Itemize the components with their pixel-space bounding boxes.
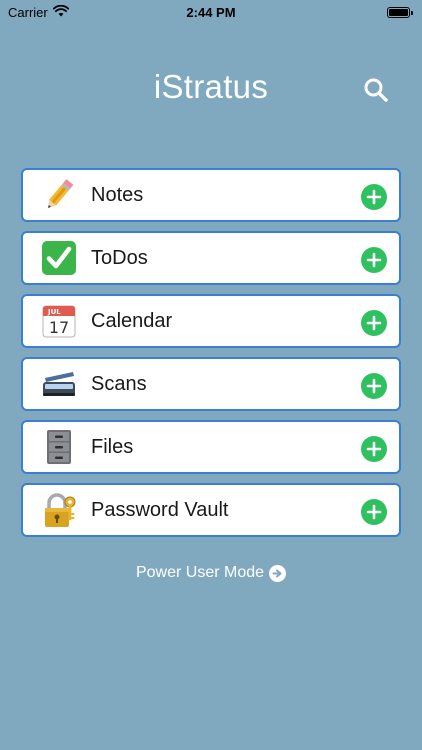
calendar-day-text: 17 bbox=[49, 318, 69, 337]
search-icon bbox=[363, 77, 389, 108]
power-user-mode-label: Power User Mode bbox=[135, 564, 265, 581]
plus-icon bbox=[366, 189, 382, 205]
wifi-icon bbox=[52, 4, 69, 20]
carrier-label: Carrier bbox=[8, 4, 48, 20]
module-list: Notes ToDos JUL 17 Calendar Scans Files … bbox=[21, 168, 401, 546]
add-todo-button[interactable] bbox=[361, 247, 387, 273]
scanner-icon bbox=[41, 366, 77, 402]
calendar-icon: JUL 17 bbox=[41, 303, 77, 339]
add-calendar-button[interactable] bbox=[361, 310, 387, 336]
status-left: Carrier bbox=[8, 4, 69, 20]
checkbox-icon bbox=[41, 240, 77, 276]
plus-icon bbox=[366, 441, 382, 457]
module-label-notes: Notes bbox=[91, 183, 144, 206]
battery-level bbox=[389, 8, 408, 16]
module-label-calendar: Calendar bbox=[91, 309, 173, 332]
module-row-todos[interactable]: ToDos bbox=[21, 231, 401, 285]
module-row-notes[interactable]: Notes bbox=[21, 168, 401, 222]
module-row-calendar[interactable]: JUL 17 Calendar bbox=[21, 294, 401, 348]
padlock-key-icon bbox=[41, 492, 77, 528]
app-title: iStratus bbox=[153, 68, 269, 105]
filing-cabinet-icon bbox=[41, 429, 77, 465]
module-row-password-vault[interactable]: Password Vault bbox=[21, 483, 401, 537]
module-label-files: Files bbox=[91, 435, 134, 458]
search-button[interactable] bbox=[360, 76, 392, 108]
arrow-circle-right-icon bbox=[269, 564, 287, 582]
add-file-button[interactable] bbox=[361, 436, 387, 462]
module-label-todos: ToDos bbox=[91, 246, 148, 269]
module-label-scans: Scans bbox=[91, 372, 147, 395]
calendar-month-text: JUL bbox=[47, 308, 61, 316]
module-label-password-vault: Password Vault bbox=[91, 498, 229, 521]
plus-icon bbox=[366, 378, 382, 394]
add-note-button[interactable] bbox=[361, 184, 387, 210]
module-row-scans[interactable]: Scans bbox=[21, 357, 401, 411]
plus-icon bbox=[366, 504, 382, 520]
module-row-files[interactable]: Files bbox=[21, 420, 401, 474]
plus-icon bbox=[366, 252, 382, 268]
add-password-button[interactable] bbox=[361, 499, 387, 525]
add-scan-button[interactable] bbox=[361, 373, 387, 399]
status-bar: Carrier 2:44 PM bbox=[0, 0, 422, 24]
power-user-mode-link[interactable]: Power User Mode bbox=[0, 564, 422, 582]
pencil-icon bbox=[41, 177, 77, 213]
plus-icon bbox=[366, 315, 382, 331]
battery-icon bbox=[387, 6, 413, 18]
